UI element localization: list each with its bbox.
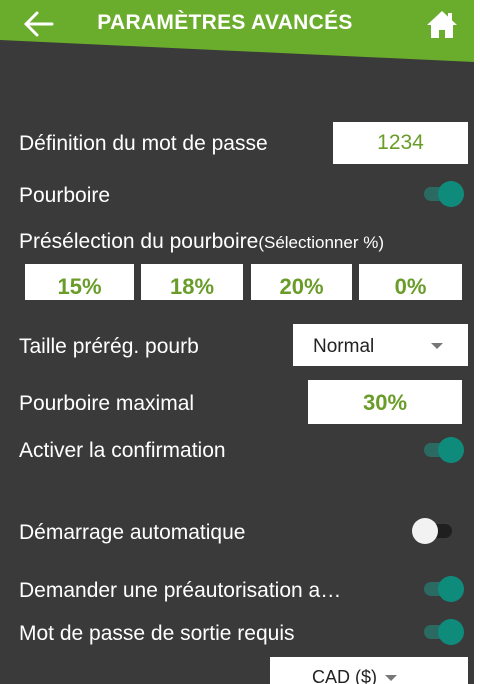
tip-preset-1[interactable]: 15% [25, 264, 134, 300]
preset-label-text: Présélection du pourboire [19, 230, 259, 253]
autostart-label: Démarrage automatique [19, 521, 246, 544]
exit-password-toggle[interactable] [420, 618, 464, 646]
header-bar: PARAMÈTRES AVANCÉS [0, 0, 474, 96]
home-icon [427, 11, 457, 38]
settings-screen: PARAMÈTRES AVANCÉS Définition du mot de … [0, 0, 474, 684]
preauth-label: Demander une préautorisation a… [19, 579, 342, 602]
currency-select[interactable]: CAD ($) [270, 657, 468, 684]
preset-size-value: Normal [313, 336, 375, 357]
arrow-left-icon [24, 11, 54, 37]
back-button[interactable] [20, 9, 56, 39]
password-input[interactable]: 1234 [333, 122, 468, 164]
exit-password-label: Mot de passe de sortie requis [19, 622, 295, 645]
preset-hint: (Sélectionner %) [258, 233, 384, 252]
tip-preset-4[interactable]: 0% [359, 264, 462, 300]
tip-preset-2[interactable]: 18% [141, 264, 243, 300]
home-button[interactable] [424, 8, 460, 40]
preset-size-label: Taille prérég. pourb [19, 335, 199, 358]
tip-preset-3[interactable]: 20% [251, 264, 352, 300]
preauth-toggle[interactable] [420, 575, 464, 603]
screen-edge [474, 0, 480, 684]
password-label: Définition du mot de passe [19, 132, 268, 155]
chevron-down-icon [385, 675, 397, 681]
confirm-toggle[interactable] [420, 436, 464, 464]
tip-label: Pourboire [19, 184, 111, 207]
tip-toggle[interactable] [420, 180, 464, 208]
chevron-down-icon [431, 343, 443, 349]
page-title: PARAMÈTRES AVANCÉS [97, 11, 353, 34]
currency-value: CAD ($) [312, 667, 378, 684]
max-tip-label: Pourboire maximal [19, 392, 195, 415]
autostart-toggle[interactable] [412, 517, 456, 545]
preset-size-select[interactable]: Normal [293, 324, 468, 366]
max-tip-input[interactable]: 30% [308, 380, 462, 424]
confirm-label: Activer la confirmation [19, 439, 226, 462]
preset-label: Présélection du pourboire(Sélectionner %… [19, 230, 384, 254]
